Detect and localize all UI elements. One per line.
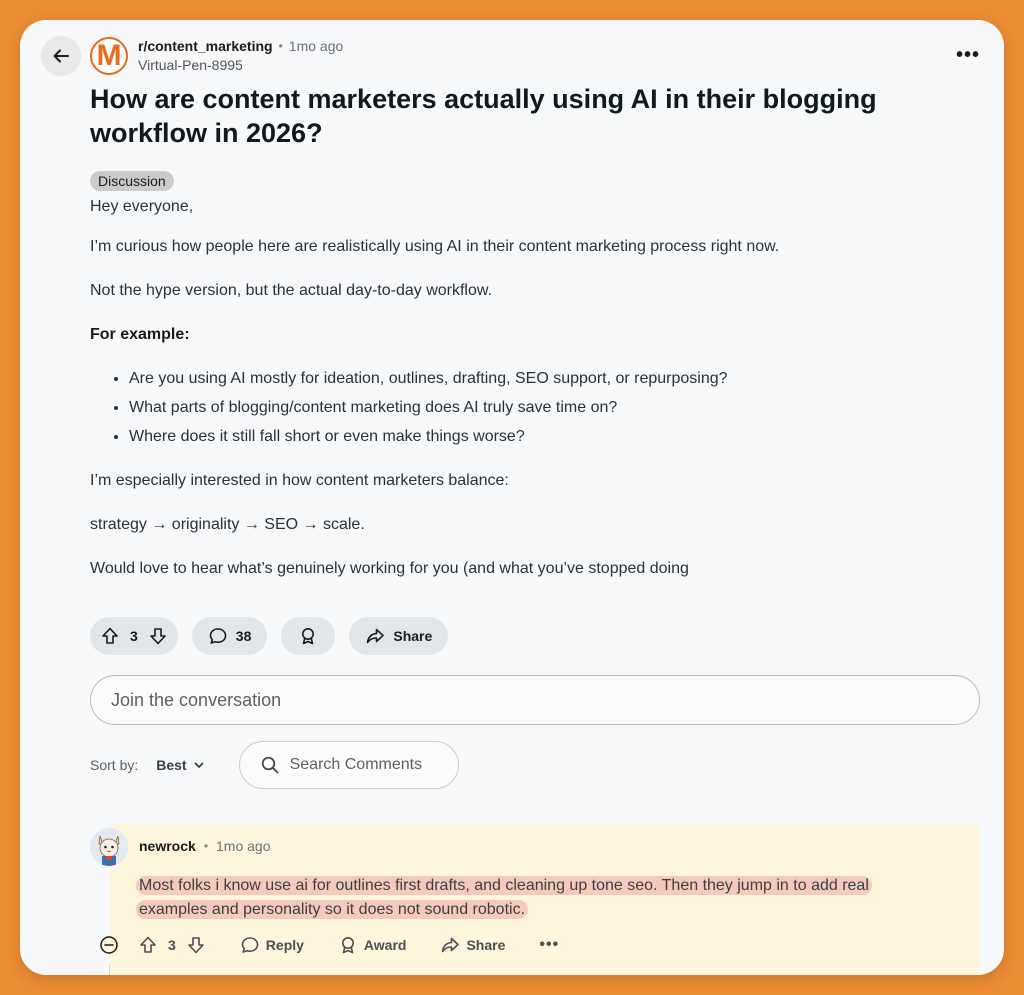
downvote-icon[interactable] [148, 626, 168, 646]
body-paragraph: Hey everyone, [90, 198, 194, 215]
collapse-thread-button[interactable] [98, 934, 120, 956]
avatar-image [90, 828, 128, 866]
body-paragraph-bold: For example: [90, 326, 190, 343]
bullet-item: What parts of blogging/content marketing… [129, 397, 950, 419]
highlighted-text: examples and personality so it does not … [136, 900, 529, 919]
upvote-icon[interactable] [100, 626, 120, 646]
body-paragraph: I’m curious how people here are realisti… [90, 238, 780, 255]
join-placeholder: Join the conversation [111, 689, 282, 710]
comment-body: Most folks i know use ai for outlines fi… [136, 874, 976, 922]
more-options-button[interactable]: ••• [956, 44, 980, 67]
comments-button[interactable]: 38 [191, 617, 268, 655]
reply-button[interactable]: Reply [240, 935, 304, 955]
share-label: Share [466, 937, 506, 953]
share-icon [367, 628, 385, 644]
reply-label: Reply [265, 937, 304, 953]
share-label: Share [393, 628, 433, 644]
share-button[interactable]: Share [349, 617, 449, 655]
subreddit-name[interactable]: r/content_marketing [138, 38, 273, 54]
award-icon [341, 937, 354, 954]
body-paragraph: strategy → originality → SEO → scale. [90, 516, 365, 533]
comment-header: newrock • 1mo ago [139, 838, 271, 854]
comment-actions: 3 Reply Award Share ••• [98, 934, 559, 956]
chevron-down-icon [194, 762, 204, 768]
subreddit-avatar[interactable]: M [90, 37, 128, 75]
award-icon [302, 628, 315, 645]
sort-dropdown[interactable]: Best [156, 757, 204, 773]
separator-dot: • [278, 39, 283, 53]
share-icon [442, 937, 460, 953]
bullet-item: Are you using AI mostly for ideation, ou… [129, 368, 950, 390]
sort-label: Sort by: [90, 757, 139, 773]
search-comments-placeholder: Search Comments [289, 756, 423, 773]
comment-icon [241, 937, 259, 953]
upvote-icon[interactable] [138, 935, 158, 955]
comment-icon [209, 628, 227, 644]
search-comments-input[interactable]: Search Comments [238, 741, 459, 789]
bullet-item: Where does it still fall short or even m… [129, 426, 950, 448]
post-time: 1mo ago [288, 38, 344, 54]
vote-count: 3 [130, 628, 138, 644]
post-flair[interactable]: Discussion [90, 171, 174, 191]
comment-avatar[interactable] [90, 828, 128, 866]
join-conversation-input[interactable]: Join the conversation [90, 675, 980, 725]
post-header-meta: r/content_marketing • 1mo ago Virtual-Pe… [138, 38, 343, 73]
post-author[interactable]: Virtual-Pen-8995 [138, 57, 343, 73]
award-label: Award [363, 937, 407, 953]
sort-row: Sort by: Best Search Comments [90, 741, 459, 789]
comment-vote: 3 [138, 935, 206, 955]
body-bullet-list: Are you using AI mostly for ideation, ou… [129, 368, 950, 448]
minus-circle-icon [100, 936, 118, 954]
post-actions: 3 38 Share [90, 617, 449, 655]
thread-line[interactable] [109, 965, 110, 975]
post-card: M r/content_marketing • 1mo ago Virtual-… [20, 20, 1004, 975]
comment-award-button[interactable]: Award [338, 935, 407, 955]
comment-author[interactable]: newrock [139, 838, 196, 854]
vote-pill: 3 [90, 617, 178, 655]
comment-vote-count: 3 [168, 937, 176, 953]
subreddit-avatar-letter: M [96, 39, 122, 72]
sort-value: Best [156, 757, 187, 773]
comment-count: 38 [235, 628, 252, 644]
body-paragraph: Not the hype version, but the actual day… [90, 282, 492, 299]
award-button[interactable] [281, 617, 336, 655]
back-button[interactable] [41, 36, 81, 76]
comment-more-button[interactable]: ••• [539, 936, 559, 954]
separator-dot: • [203, 839, 209, 853]
post-body: Hey everyone, I’m curious how people her… [90, 196, 950, 602]
post-title: How are content marketers actually using… [90, 84, 877, 148]
search-icon [261, 756, 278, 774]
comment-share-button[interactable]: Share [440, 935, 505, 955]
downvote-icon[interactable] [186, 935, 206, 955]
body-paragraph: I’m especially interested in how content… [90, 472, 509, 489]
body-paragraph: Would love to hear what’s genuinely work… [90, 560, 689, 577]
highlighted-text: Most folks i know use ai for outlines fi… [136, 876, 872, 895]
arrow-left-icon [53, 49, 69, 63]
comment-time: 1mo ago [216, 838, 271, 854]
